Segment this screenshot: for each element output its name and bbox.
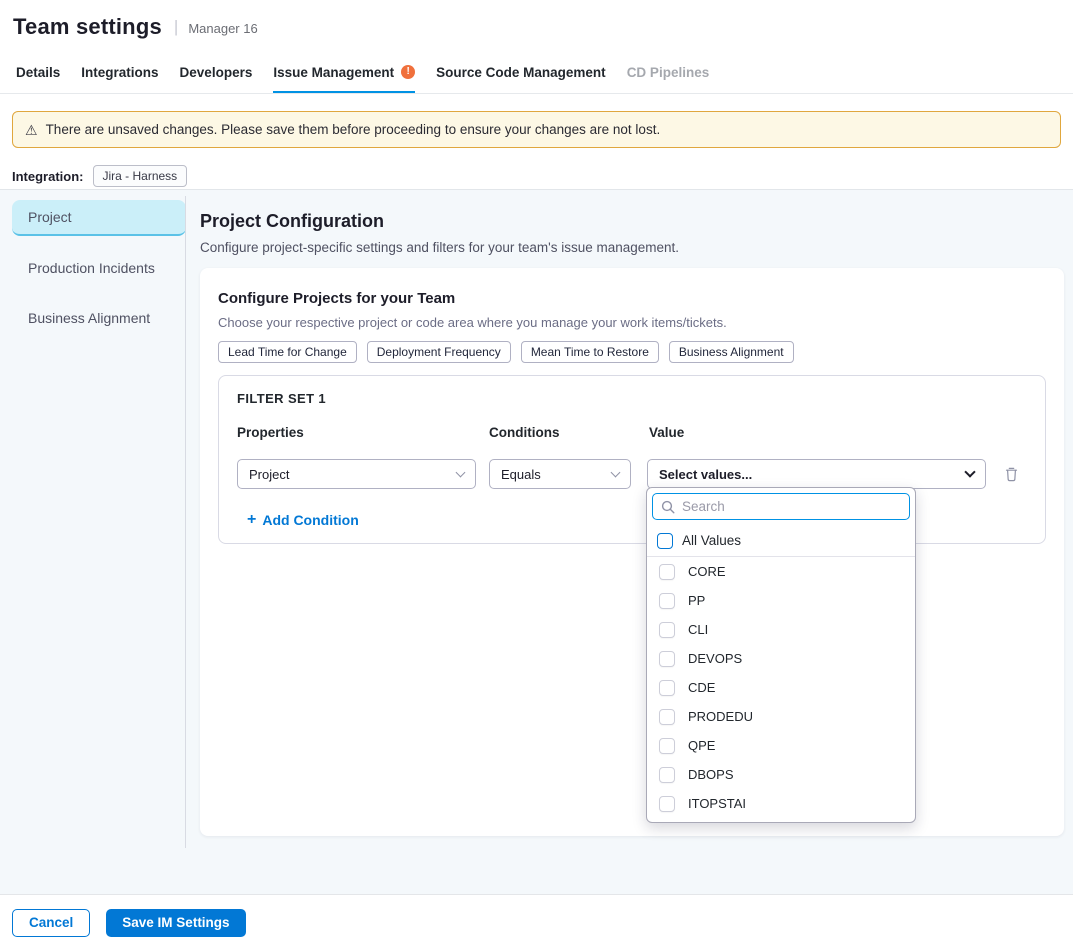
all-values-checkbox[interactable] — [657, 533, 673, 549]
trash-icon — [1004, 466, 1019, 482]
tab-developers[interactable]: Developers — [180, 52, 253, 93]
property-select[interactable]: Project — [237, 459, 476, 489]
option-itopstai[interactable]: ITOPSTAI — [647, 789, 915, 818]
option-label: DBOPS — [688, 767, 734, 782]
option-label: ITOPSTAI — [688, 796, 746, 811]
value-dropdown-panel: All Values CORE PP CLI DEVOPS CDE PRODED… — [646, 487, 916, 823]
option-checkbox[interactable] — [659, 651, 675, 667]
main-panel: Project Configuration Configure project-… — [200, 190, 1064, 836]
option-cde[interactable]: CDE — [647, 673, 915, 702]
chip-business-alignment[interactable]: Business Alignment — [669, 341, 794, 363]
all-values-label: All Values — [682, 533, 741, 548]
option-pipe[interactable]: PIPE — [647, 818, 915, 823]
tab-issue-management[interactable]: Issue Management ! — [273, 52, 415, 93]
conditions-column-label: Conditions — [489, 425, 649, 440]
option-checkbox[interactable] — [659, 564, 675, 580]
tab-integrations[interactable]: Integrations — [81, 52, 158, 93]
sidebar-item-business-alignment[interactable]: Business Alignment — [12, 300, 186, 336]
chevron-down-icon — [964, 466, 975, 477]
section-title: Project Configuration — [200, 211, 1064, 232]
filter-set-title: FILTER SET 1 — [237, 391, 1027, 406]
add-condition-button[interactable]: + Add Condition — [247, 512, 359, 528]
option-dbops[interactable]: DBOPS — [647, 760, 915, 789]
condition-select[interactable]: Equals — [489, 459, 631, 489]
option-label: CLI — [688, 622, 708, 637]
option-checkbox[interactable] — [659, 593, 675, 609]
chip-mean-time-to-restore[interactable]: Mean Time to Restore — [521, 341, 659, 363]
option-label: PRODEDU — [688, 709, 753, 724]
option-cli[interactable]: CLI — [647, 615, 915, 644]
tab-issue-management-label: Issue Management — [273, 65, 394, 80]
dropdown-search-box[interactable] — [652, 493, 910, 520]
tab-cd-pipelines: CD Pipelines — [627, 52, 710, 93]
cancel-button[interactable]: Cancel — [12, 909, 90, 937]
option-prodedu[interactable]: PRODEDU — [647, 702, 915, 731]
chip-deployment-frequency[interactable]: Deployment Frequency — [367, 341, 511, 363]
properties-column-label: Properties — [237, 425, 489, 440]
sidebar-item-project[interactable]: Project — [12, 200, 186, 236]
value-select-placeholder: Select values... — [659, 467, 752, 482]
property-select-value: Project — [249, 467, 289, 482]
card-subtitle: Choose your respective project or code a… — [218, 315, 1046, 330]
save-im-settings-button[interactable]: Save IM Settings — [106, 909, 245, 937]
delete-condition-button[interactable] — [1004, 466, 1019, 482]
dropdown-search-input[interactable] — [682, 499, 901, 514]
content-region: Project Production Incidents Business Al… — [0, 189, 1073, 894]
value-column-label: Value — [649, 425, 684, 440]
chevron-down-icon — [611, 467, 621, 477]
tab-details[interactable]: Details — [16, 52, 60, 93]
unsaved-changes-badge: ! — [401, 65, 415, 79]
option-label: QPE — [688, 738, 715, 753]
option-checkbox[interactable] — [659, 767, 675, 783]
footer-actions: Cancel Save IM Settings — [0, 894, 1073, 950]
integration-chip[interactable]: Jira - Harness — [93, 165, 188, 187]
configure-projects-card: Configure Projects for your Team Choose … — [200, 268, 1064, 836]
option-checkbox[interactable] — [659, 622, 675, 638]
page-title: Team settings — [13, 14, 162, 40]
option-core[interactable]: CORE — [647, 557, 915, 586]
tab-source-code-management[interactable]: Source Code Management — [436, 52, 606, 93]
option-label: DEVOPS — [688, 651, 742, 666]
add-condition-label: Add Condition — [262, 512, 358, 528]
option-checkbox[interactable] — [659, 680, 675, 696]
page-header: Team settings | Manager 16 — [0, 0, 1073, 52]
card-title: Configure Projects for your Team — [218, 290, 1046, 307]
filter-condition-row: Project Equals Select values... — [237, 459, 1027, 489]
option-qpe[interactable]: QPE — [647, 731, 915, 760]
section-subtitle: Configure project-specific settings and … — [200, 240, 1064, 255]
option-label: CDE — [688, 680, 715, 695]
integration-label: Integration: — [12, 169, 84, 184]
chip-lead-time-for-change[interactable]: Lead Time for Change — [218, 341, 357, 363]
option-label: CORE — [688, 564, 726, 579]
chevron-down-icon — [456, 467, 466, 477]
filter-set-panel: FILTER SET 1 Properties Conditions Value… — [218, 375, 1046, 544]
select-all-values-row[interactable]: All Values — [647, 525, 915, 557]
option-checkbox[interactable] — [659, 738, 675, 754]
title-separator: | — [174, 17, 178, 37]
option-devops[interactable]: DEVOPS — [647, 644, 915, 673]
tab-bar: Details Integrations Developers Issue Ma… — [0, 52, 1073, 94]
option-pp[interactable]: PP — [647, 586, 915, 615]
sidebar-item-production-incidents[interactable]: Production Incidents — [12, 250, 186, 286]
banner-text: There are unsaved changes. Please save t… — [46, 122, 661, 137]
plus-icon: + — [247, 512, 256, 528]
option-label: PP — [688, 593, 705, 608]
settings-sidebar: Project Production Incidents Business Al… — [12, 200, 186, 350]
warning-icon: ⚠ — [25, 123, 38, 137]
metric-chips: Lead Time for Change Deployment Frequenc… — [218, 341, 1046, 363]
condition-select-value: Equals — [501, 467, 541, 482]
sidebar-divider — [185, 196, 186, 848]
unsaved-changes-banner: ⚠ There are unsaved changes. Please save… — [12, 111, 1061, 148]
option-checkbox[interactable] — [659, 709, 675, 725]
integration-row: Integration: Jira - Harness — [12, 165, 1061, 187]
team-name: Manager 16 — [188, 18, 257, 36]
option-checkbox[interactable] — [659, 796, 675, 812]
filter-column-labels: Properties Conditions Value — [237, 425, 1027, 440]
value-multiselect[interactable]: Select values... — [647, 459, 986, 489]
search-icon — [661, 500, 675, 514]
